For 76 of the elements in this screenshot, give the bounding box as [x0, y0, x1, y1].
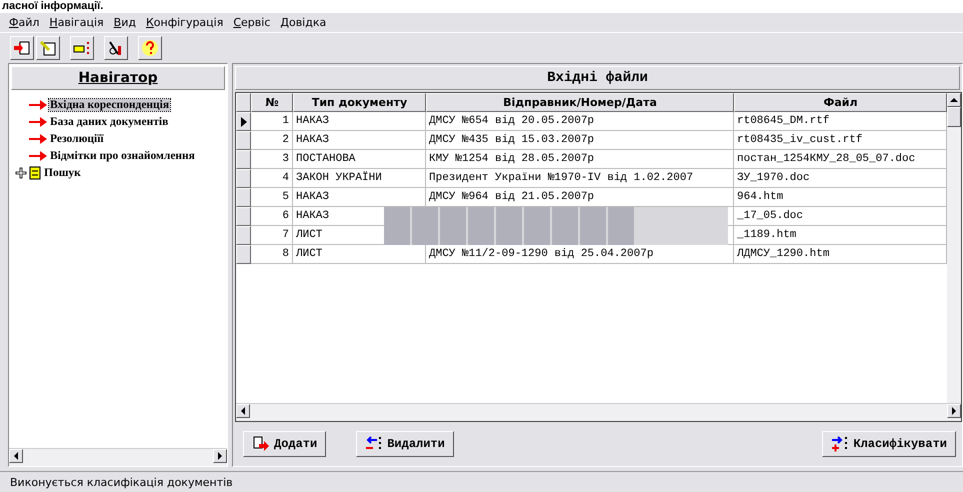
document-arrow-icon	[252, 436, 270, 452]
table-cell: ДМСУ №654 від 20.05.2007р	[426, 112, 734, 131]
arrow-icon	[29, 100, 47, 110]
table-cell: ЗУ_1970.doc	[734, 169, 947, 188]
table-cell: ДМСУ №435 від 15.03.2007р	[426, 131, 734, 150]
column-header[interactable]: №	[251, 93, 293, 112]
toolbar-button[interactable]	[138, 36, 162, 60]
table-cell: rt08435_iv_cust.rtf	[734, 131, 947, 150]
pointer-icon	[240, 116, 246, 126]
table-cell: 8	[251, 245, 293, 264]
right-arrow-icon[interactable]	[951, 407, 957, 415]
table-cell: _17_05.doc	[734, 207, 947, 226]
tree-item[interactable]: Вхідна кореспонденція	[49, 98, 170, 110]
up-arrow-icon[interactable]	[950, 97, 958, 103]
table-cell: НАКАЗ	[293, 131, 426, 150]
table-cell: ЛИСТ	[293, 245, 426, 264]
vertical-scrollbar[interactable]	[947, 93, 961, 403]
menu-item[interactable]: Вид	[108, 16, 141, 29]
menu-item[interactable]: Навігація	[44, 16, 109, 29]
toolbar-button[interactable]	[104, 36, 128, 60]
column-header[interactable]: Файл	[734, 93, 947, 112]
menu-item[interactable]: Конфігурація	[140, 16, 228, 29]
table-cell: НАКАЗ	[293, 112, 426, 131]
toolbar-button[interactable]	[10, 36, 34, 60]
row-indicator[interactable]	[236, 112, 251, 131]
menu-item[interactable]: Файл	[4, 16, 44, 29]
table-cell: 7	[251, 226, 293, 245]
left-arrow-icon[interactable]	[240, 407, 246, 415]
table-cell: 1	[251, 112, 293, 131]
arrow-plus-icon	[831, 436, 850, 452]
tree-item[interactable]: Відмітки про ознайомлення	[49, 150, 196, 162]
table-cell: КМУ №1254 від 28.05.2007р	[426, 150, 734, 169]
arrow-icon	[29, 116, 47, 126]
action-button[interactable]: Видалити	[356, 431, 454, 457]
table-cell: 4	[251, 169, 293, 188]
document-pen-icon	[39, 40, 57, 56]
table-cell: 5	[251, 188, 293, 207]
horizontal-scrollbar[interactable]	[9, 448, 227, 466]
right-arrow-icon[interactable]	[217, 452, 223, 460]
table-cell: ЗАКОН УКРАЇНИ	[293, 169, 426, 188]
horizontal-scrollbar[interactable]	[236, 403, 961, 421]
help-icon	[141, 39, 159, 57]
table-cell: 964.htm	[734, 188, 947, 207]
arrow-icon	[29, 150, 47, 160]
menu-item[interactable]: Довідка	[275, 16, 332, 29]
panel-title: Вхідні файли	[235, 66, 960, 90]
column-header[interactable]: Відправник/Номер/Дата	[426, 93, 734, 112]
table-cell: 6	[251, 207, 293, 226]
tree-item[interactable]: Резолюціїї	[49, 132, 105, 144]
scroll-thumb[interactable]	[947, 107, 961, 127]
status-text: Виконується класифікація документів	[0, 471, 963, 492]
table-cell: ЛДМСУ_1290.htm	[734, 245, 947, 264]
action-button[interactable]: Класифікувати	[822, 431, 956, 457]
action-button[interactable]: Додати	[243, 431, 326, 457]
caption-text: ласної інформації.	[0, 0, 963, 13]
toolbar-button[interactable]	[70, 36, 94, 60]
tree-item[interactable]: База даних документів	[49, 116, 170, 128]
table-cell: 3	[251, 150, 293, 169]
table-cell: _1189.htm	[734, 226, 947, 245]
table-cell: Президент України №1970-IV від 1.02.2007	[426, 169, 734, 188]
document-arrow-icon	[13, 40, 31, 56]
navigator-header: Навігатор	[11, 66, 225, 90]
column-header[interactable]: Тип документу	[293, 93, 426, 112]
table-cell: постан_1254КМУ_28_05_07.doc	[734, 150, 947, 169]
cabinet-icon	[29, 166, 41, 180]
toolbar-button[interactable]	[36, 36, 60, 60]
left-arrow-icon[interactable]	[13, 452, 19, 460]
tree-item[interactable]: Пошук	[43, 166, 82, 178]
arrow-minus-icon	[365, 436, 384, 452]
table-cell: ПОСТАНОВА	[293, 150, 426, 169]
menu-item[interactable]: Сервіс	[228, 16, 276, 29]
arrow-icon	[29, 134, 47, 144]
plus-icon[interactable]	[15, 166, 27, 178]
table-cell: ДМСУ №11/2-09-1290 від 25.04.2007р	[426, 245, 734, 264]
table-cell: rt08645_DM.rtf	[734, 112, 947, 131]
table-cell: 2	[251, 131, 293, 150]
